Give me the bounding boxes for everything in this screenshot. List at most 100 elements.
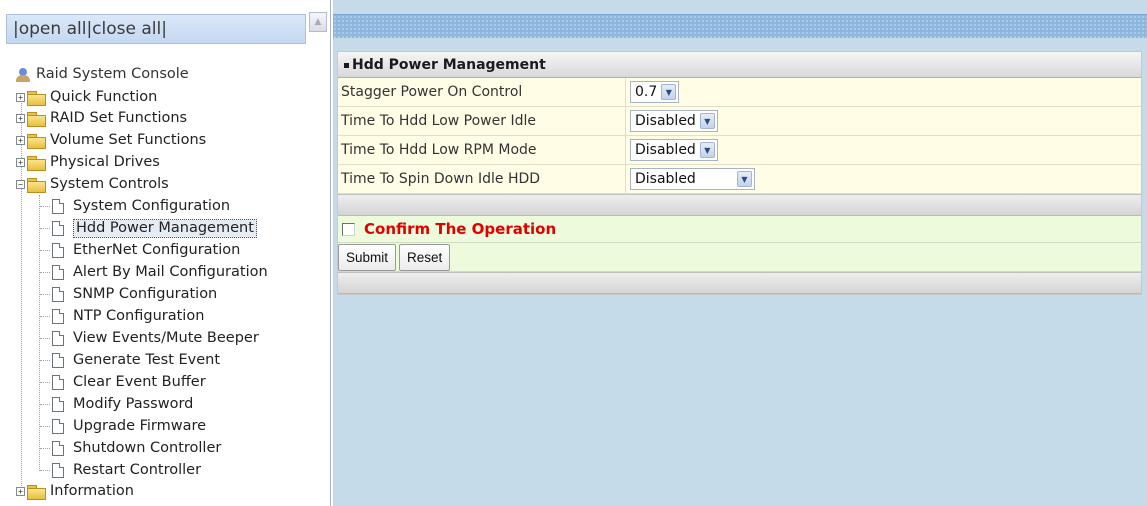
page-icon	[52, 199, 64, 214]
submit-button[interactable]: Submit	[338, 243, 397, 271]
page-icon	[52, 353, 64, 368]
chevron-down-icon[interactable]: ▼	[737, 171, 752, 187]
content-banner	[333, 14, 1147, 38]
tree-toolbar: |open all|close all|	[6, 14, 306, 44]
tree-item-label: NTP Configuration	[73, 308, 205, 324]
select-value: Disabled	[635, 142, 696, 158]
tree-item-label: Generate Test Event	[73, 352, 221, 368]
tree-branch	[40, 470, 50, 471]
page-icon	[52, 287, 64, 302]
divider-bar	[338, 194, 1141, 216]
spin-down-idle-select[interactable]: Disabled ▼	[630, 168, 755, 190]
tree-branch	[40, 228, 50, 229]
expand-icon[interactable]: +	[16, 136, 25, 145]
page-icon	[52, 265, 64, 280]
close-all-link[interactable]: close all	[92, 19, 161, 39]
tree-item-shutdown-controller[interactable]: Shutdown Controller	[40, 438, 221, 459]
tree-item-system-configuration[interactable]: System Configuration	[40, 196, 230, 217]
chevron-down-icon[interactable]: ▼	[699, 113, 715, 129]
confirm-checkbox[interactable]	[342, 222, 355, 236]
tree-item-snmp-configuration[interactable]: SNMP Configuration	[40, 284, 217, 305]
page-icon	[52, 419, 64, 434]
tree-item-label: Clear Event Buffer	[73, 374, 206, 390]
tree-branch	[40, 272, 50, 273]
select-value: Disabled	[635, 171, 696, 187]
toolbar-pipe: |	[161, 19, 167, 39]
tree-item-label: Shutdown Controller	[73, 440, 222, 456]
tree-item-ethernet-configuration[interactable]: EtherNet Configuration	[40, 240, 240, 261]
page-icon	[52, 441, 64, 456]
tree-folder-label: RAID Set Functions	[50, 110, 188, 126]
tree-folder-raid-set-functions[interactable]: + RAID Set Functions	[16, 108, 187, 129]
page-icon	[52, 331, 64, 346]
panel-header: Hdd Power Management	[338, 52, 1141, 78]
tree-item-modify-password[interactable]: Modify Password	[40, 394, 193, 415]
tree-item-label: Restart Controller	[73, 462, 202, 478]
tree-item-restart-controller[interactable]: Restart Controller	[40, 460, 201, 481]
tree-item-label: Modify Password	[73, 396, 194, 412]
chevron-down-icon[interactable]: ▼	[699, 142, 715, 158]
expand-icon[interactable]: +	[16, 487, 25, 496]
expand-icon[interactable]: +	[16, 93, 25, 102]
tree-item-hdd-power-management[interactable]: Hdd Power Management	[40, 218, 257, 239]
setting-label: Time To Hdd Low Power Idle	[338, 107, 626, 135]
tree-branch	[40, 316, 50, 317]
page-icon	[52, 309, 64, 324]
select-value: 0.7	[635, 84, 658, 100]
tree-branch	[40, 294, 50, 295]
tree-folder-label: Quick Function	[50, 89, 158, 105]
setting-label: Time To Spin Down Idle HDD	[338, 165, 626, 193]
expand-icon[interactable]: +	[16, 114, 25, 123]
tree-branch	[40, 250, 50, 251]
tree-item-clear-event-buffer[interactable]: Clear Event Buffer	[40, 372, 206, 393]
page-icon	[52, 221, 64, 236]
reset-button[interactable]: Reset	[399, 243, 451, 271]
tree-folder-label: Physical Drives	[50, 154, 160, 170]
tree-folder-information[interactable]: + Information	[16, 481, 134, 502]
stagger-power-select[interactable]: 0.7 ▼	[630, 81, 680, 103]
tree-root[interactable]: Raid System Console	[16, 64, 189, 85]
open-all-link[interactable]: open all	[19, 19, 87, 39]
tree-root-label: Raid System Console	[36, 66, 189, 82]
tree-item-label: SNMP Configuration	[73, 286, 218, 302]
tree-item-ntp-configuration[interactable]: NTP Configuration	[40, 306, 204, 327]
action-row: Submit Reset	[338, 243, 1141, 272]
setting-value-cell: Disabled ▼	[626, 107, 1141, 135]
tree-branch	[40, 448, 50, 449]
tree-item-label: EtherNet Configuration	[73, 242, 241, 258]
page-icon	[52, 243, 64, 258]
tree-folder-label: System Controls	[50, 176, 169, 192]
open-folder-icon	[27, 178, 46, 193]
tree-branch	[40, 426, 50, 427]
tree-folder-volume-set-functions[interactable]: + Volume Set Functions	[16, 130, 206, 151]
chevron-down-icon[interactable]: ▼	[661, 84, 677, 100]
collapse-icon[interactable]: −	[16, 180, 25, 189]
folder-icon	[27, 91, 46, 106]
confirm-row: Confirm The Operation	[338, 216, 1141, 243]
tree-folder-quick-function[interactable]: + Quick Function	[16, 87, 157, 108]
tree-item-label: Alert By Mail Configuration	[73, 264, 268, 280]
tree-item-label: View Events/Mute Beeper	[73, 330, 259, 346]
tree-item-alert-by-mail-configuration[interactable]: Alert By Mail Configuration	[40, 262, 268, 283]
expand-icon[interactable]: +	[16, 158, 25, 167]
folder-icon	[27, 156, 46, 171]
tree-folder-physical-drives[interactable]: + Physical Drives	[16, 152, 160, 173]
folder-icon	[27, 485, 46, 500]
tree-item-label: Upgrade Firmware	[73, 418, 207, 434]
low-power-idle-select[interactable]: Disabled ▼	[630, 110, 718, 132]
bullet-icon	[344, 62, 349, 68]
setting-value-cell: Disabled ▼	[626, 165, 1141, 193]
tree-folder-label: Volume Set Functions	[50, 132, 207, 148]
tree-item-generate-test-event[interactable]: Generate Test Event	[40, 350, 220, 371]
tree-folder-label: Information	[50, 483, 134, 499]
page-icon	[52, 375, 64, 390]
setting-row-low-power-idle: Time To Hdd Low Power Idle Disabled ▼	[338, 107, 1141, 136]
tree-folder-system-controls[interactable]: − System Controls	[16, 174, 169, 195]
tree-item-label-selected: Hdd Power Management	[73, 219, 257, 238]
hdd-power-management-panel: Hdd Power Management Stagger Power On Co…	[337, 51, 1142, 295]
tree-item-view-events-mute-beeper[interactable]: View Events/Mute Beeper	[40, 328, 259, 349]
scroll-up-button[interactable]: ▲	[309, 12, 327, 32]
tree-branch	[40, 206, 50, 207]
tree-item-upgrade-firmware[interactable]: Upgrade Firmware	[40, 416, 206, 437]
low-rpm-mode-select[interactable]: Disabled ▼	[630, 139, 718, 161]
